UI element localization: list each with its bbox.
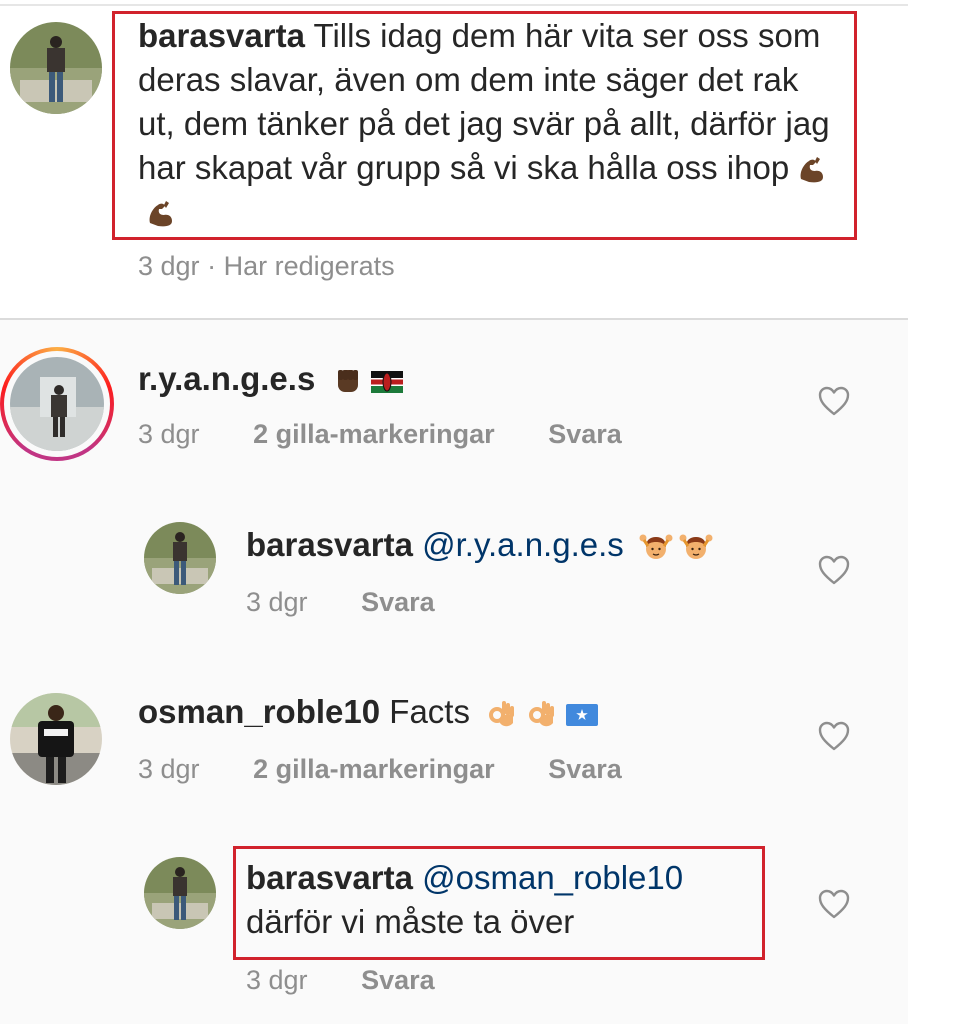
somalia-flag-emoji	[565, 697, 599, 731]
avatar[interactable]	[10, 693, 102, 785]
reply-button[interactable]: Svara	[548, 754, 622, 784]
comment-username[interactable]: barasvarta	[138, 17, 305, 54]
meta-separator: ·	[207, 251, 217, 281]
reply-button[interactable]: Svara	[361, 587, 435, 617]
avatar[interactable]	[10, 22, 102, 114]
person-gesturing-ok-emoji	[639, 530, 673, 564]
comment-meta: 3 dgr · Har redigerats	[138, 250, 395, 282]
top-divider	[0, 4, 908, 6]
edited-label: Har redigerats	[223, 251, 395, 281]
person-gesturing-ok-emoji	[679, 530, 713, 564]
reply-button[interactable]: Svara	[361, 965, 435, 995]
avatar-photo	[10, 357, 104, 451]
avatar-photo	[144, 857, 216, 929]
comment-text-block: barasvarta @osman_roble10 därför vi måst…	[246, 856, 756, 944]
comment-time: 3 dgr	[138, 419, 200, 449]
comment-text-block: r.y.a.n.g.e.s	[138, 357, 838, 401]
likes-count[interactable]: 2 gilla-markeringar	[253, 419, 495, 449]
ok-hand-emoji	[485, 697, 519, 731]
comment-username[interactable]: barasvarta	[246, 859, 413, 896]
comment-time: 3 dgr	[246, 965, 308, 995]
likes-count[interactable]: 2 gilla-markeringar	[253, 754, 495, 784]
flexed-biceps-emoji	[144, 197, 178, 231]
avatar-photo	[144, 522, 216, 594]
comment-meta: 3 dgr Svara	[246, 586, 435, 618]
avatar[interactable]	[144, 857, 216, 929]
avatar-photo	[10, 693, 102, 785]
raised-fist-emoji	[330, 364, 364, 398]
comment-text-block: barasvarta @r.y.a.n.g.e.s	[246, 523, 806, 567]
comment-meta: 3 dgr 2 gilla-markeringar Svara	[138, 418, 622, 450]
mention-link[interactable]: @r.y.a.n.g.e.s	[422, 526, 624, 563]
comment-text-block: osman_roble10 Facts	[138, 690, 838, 734]
ok-hand-emoji	[525, 697, 559, 731]
avatar[interactable]	[144, 522, 216, 594]
kenya-flag-emoji	[370, 364, 404, 398]
heart-outline-icon[interactable]	[818, 721, 850, 751]
heart-outline-icon[interactable]	[818, 386, 850, 416]
reply-button[interactable]: Svara	[548, 419, 622, 449]
heart-outline-icon[interactable]	[818, 555, 850, 585]
comment-text: Facts	[389, 693, 470, 730]
comment-meta: 3 dgr 2 gilla-markeringar Svara	[138, 753, 622, 785]
mention-link[interactable]: @osman_roble10	[422, 859, 683, 896]
comment-time: 3 dgr	[246, 587, 308, 617]
comment-time: 3 dgr	[138, 754, 200, 784]
comment-divider	[0, 318, 908, 320]
comment-username[interactable]: r.y.a.n.g.e.s	[138, 360, 315, 397]
comments-panel: barasvarta Tills idag dem här vita ser o…	[0, 0, 908, 1024]
comment-username[interactable]: barasvarta	[246, 526, 413, 563]
comment-time: 3 dgr	[138, 251, 200, 281]
flexed-biceps-emoji	[795, 153, 829, 187]
heart-outline-icon[interactable]	[818, 889, 850, 919]
avatar-photo	[10, 22, 102, 114]
avatar[interactable]	[10, 357, 104, 451]
comment-username[interactable]: osman_roble10	[138, 693, 380, 730]
comment-text: därför vi måste ta över	[246, 903, 575, 940]
comment-text-block: barasvarta Tills idag dem här vita ser o…	[138, 14, 843, 234]
comment-meta: 3 dgr Svara	[246, 964, 435, 996]
